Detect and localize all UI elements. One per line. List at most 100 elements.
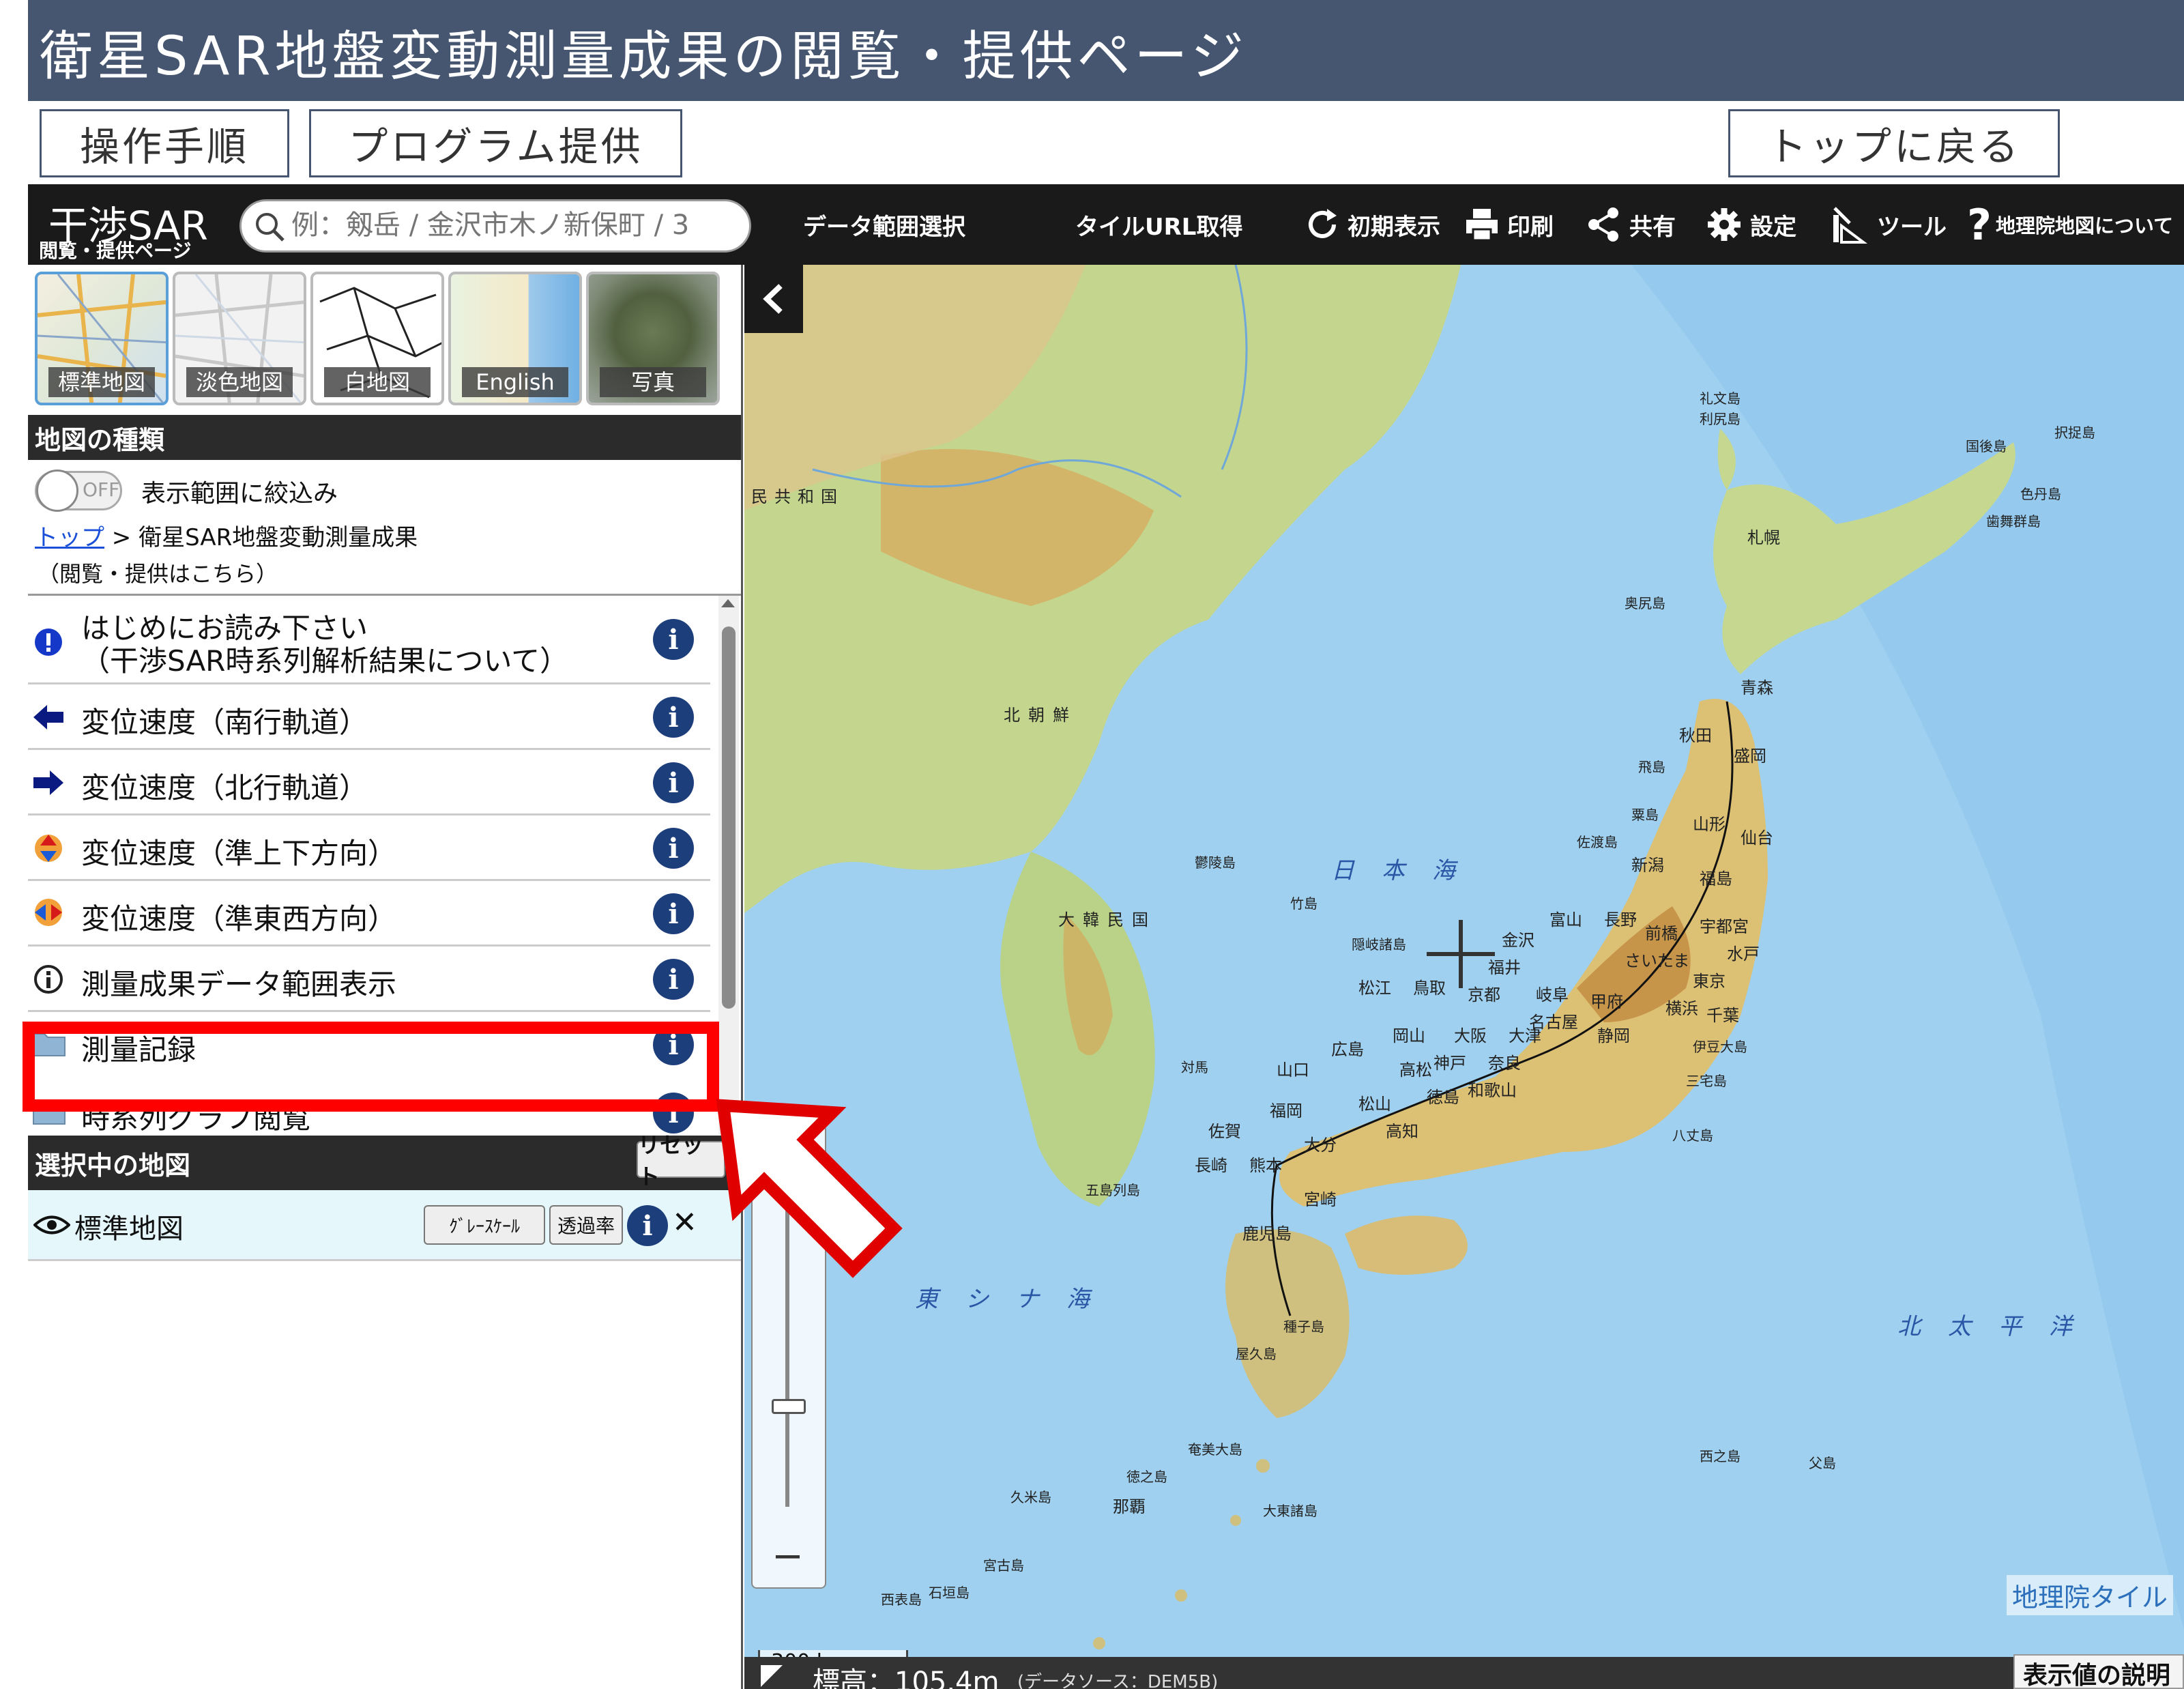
breadcrumb-top-link[interactable]: トップ [35,524,104,551]
collapse-sidebar-button[interactable] [744,265,803,333]
procedure-button[interactable]: 操作手順 [40,109,289,177]
info-button[interactable]: i [627,1205,668,1246]
island-label: 石垣島 [929,1585,970,1601]
island-label: 利尻島 [1700,411,1741,427]
scroll-up-arrow[interactable] [721,599,735,607]
tile-url-button[interactable]: タイルURL取得 [1075,184,1242,265]
layer-item-southbound[interactable]: 変位速度（南行軌道） i [28,684,710,750]
zoom-slider-handle[interactable] [772,1399,806,1414]
island-label: 久米島 [1010,1489,1051,1505]
city-label: 徳島 [1427,1088,1459,1107]
map-attribution[interactable]: 地理院タイル [2007,1575,2174,1615]
layer-label: 変位速度（南行軌道） [81,706,368,739]
arrow-left-icon [33,705,63,730]
city-label: 甲府 [1590,992,1623,1011]
island-label: 竹島 [1290,895,1317,912]
breadcrumb: トップ > 衛星SAR地盤変動測量成果 [35,519,418,552]
tools-button[interactable]: ツール [1829,184,1947,265]
print-button[interactable]: 印刷 [1464,184,1554,265]
sea-label-japan-sea: 日本海 [1331,857,1483,884]
island-label: 八丈島 [1672,1127,1713,1144]
elevation-value: 標高：105.4m [813,1666,1000,1689]
info-button[interactable]: i [653,828,694,869]
layer-item-northbound[interactable]: 変位速度（北行軌道） i [28,750,710,815]
arrow-right-icon [33,770,63,795]
info-button[interactable]: i [653,697,694,738]
gear-icon [1708,208,1741,241]
city-label: 前橋 [1645,924,1678,943]
city-label: 山形 [1693,815,1726,834]
island-label: 奥尻島 [1625,595,1665,611]
initial-view-button[interactable]: 初期表示 [1304,184,1440,265]
share-button[interactable]: 共有 [1586,184,1676,265]
city-label: 高知 [1386,1122,1418,1141]
city-label: 秋田 [1679,726,1712,745]
basemap-english[interactable]: English [448,272,582,405]
settings-button[interactable]: 設定 [1705,184,1796,265]
city-label: 山口 [1277,1060,1309,1080]
basemap-pale[interactable]: 淡色地図 [173,272,306,405]
city-label: 水戸 [1727,944,1760,964]
info-button[interactable]: i [653,619,694,660]
basemap-label: 白地図 [324,367,431,397]
island-label: 国後島 [1966,438,2007,454]
share-label: 共有 [1629,213,1676,241]
city-label: 神戸 [1433,1054,1466,1073]
back-to-top-button[interactable]: トップに戻る [1728,109,2060,177]
island-label: 対馬 [1181,1059,1208,1076]
city-label: 長崎 [1195,1156,1227,1175]
layer-item-east-west[interactable]: 変位速度（準東西方向） i [28,881,710,947]
city-label: 福井 [1488,958,1521,977]
breadcrumb-current: 衛星SAR地盤変動測量成果 [139,524,418,551]
map-canvas[interactable]: 日本海 東シナ海 北太平洋 北朝鮮 大韓民国 民共和国 札幌 青森 秋田 盛岡 … [744,265,2184,1689]
up-down-icon [35,835,62,862]
legend-button[interactable]: 表示値の説明 [2013,1654,2184,1689]
scrollbar-thumb[interactable] [722,626,736,1009]
island-label: 伊豆大島 [1693,1039,1747,1055]
island-label: 佐渡島 [1577,834,1618,850]
island-label: 徳之島 [1126,1469,1167,1485]
selected-layer-name: 標準地図 [74,1213,184,1245]
basemap-label: 標準地図 [48,367,155,397]
basemap-label: English [462,367,568,397]
basemap-photo[interactable]: 写真 [586,272,720,405]
city-label: 福岡 [1270,1101,1302,1121]
layer-item-vertical[interactable]: 変位速度（準上下方向） i [28,815,710,881]
page-title: 衛星SAR地盤変動測量成果の閲覧・提供ページ [40,26,1248,87]
opacity-button[interactable]: 透過率 [549,1205,623,1245]
search-input[interactable] [290,201,740,250]
city-label: 金沢 [1502,931,1534,950]
basemap-blank[interactable]: 白地図 [310,272,444,405]
grayscale-button[interactable]: ｸﾞﾚｰｽｹｰﾙ [424,1205,545,1245]
corner-arrow-icon[interactable] [758,1662,785,1689]
search-icon[interactable] [253,210,287,244]
info-button[interactable]: i [653,762,694,803]
country-label: 北朝鮮 [1004,706,1077,725]
breadcrumb-note: （閲覧・提供はこちら） [38,561,278,587]
info-button[interactable]: i [653,959,694,1000]
layer-item-coverage[interactable]: 測量成果データ範囲表示 i [28,947,710,1012]
city-label: 長野 [1604,910,1637,929]
island-label: 隠岐諸島 [1352,936,1406,953]
eye-icon[interactable] [33,1213,70,1237]
about-map-button[interactable]: ? 地理院地図について [1967,184,2173,265]
basemap-standard[interactable]: 標準地図 [35,272,169,405]
layer-label: 変位速度（準東西方向） [81,902,397,936]
data-range-select-button[interactable]: データ範囲選択 [803,184,965,265]
island-label: 奄美大島 [1188,1441,1242,1458]
city-label: 宮崎 [1304,1190,1337,1209]
toggle-knob [36,470,78,512]
zoom-out-button[interactable]: − [772,1534,804,1578]
layer-item-readme[interactable]: はじめにお読み下さい （干渉SAR時系列解析結果について） i [28,596,710,684]
country-label: 民共和国 [751,487,844,506]
city-label: 岐阜 [1536,985,1569,1005]
city-label: 静岡 [1597,1026,1630,1045]
layer-label: 変位速度（北行軌道） [81,771,368,805]
map-types-header: 地図の種類 [28,415,741,460]
app-header: 干渉SAR 閲覧・提供ページ データ範囲選択 タイルURL取得 初期表示 印刷 [28,184,2184,265]
city-label: 千葉 [1706,1006,1739,1025]
program-button[interactable]: プログラム提供 [309,109,682,177]
info-button[interactable]: i [653,893,694,934]
sidebar: 標準地図 淡色地図 白地図 English 写真 地図の種類 OFF 表示範囲に… [28,265,743,1689]
remove-layer-button[interactable]: ✕ [672,1205,697,1240]
